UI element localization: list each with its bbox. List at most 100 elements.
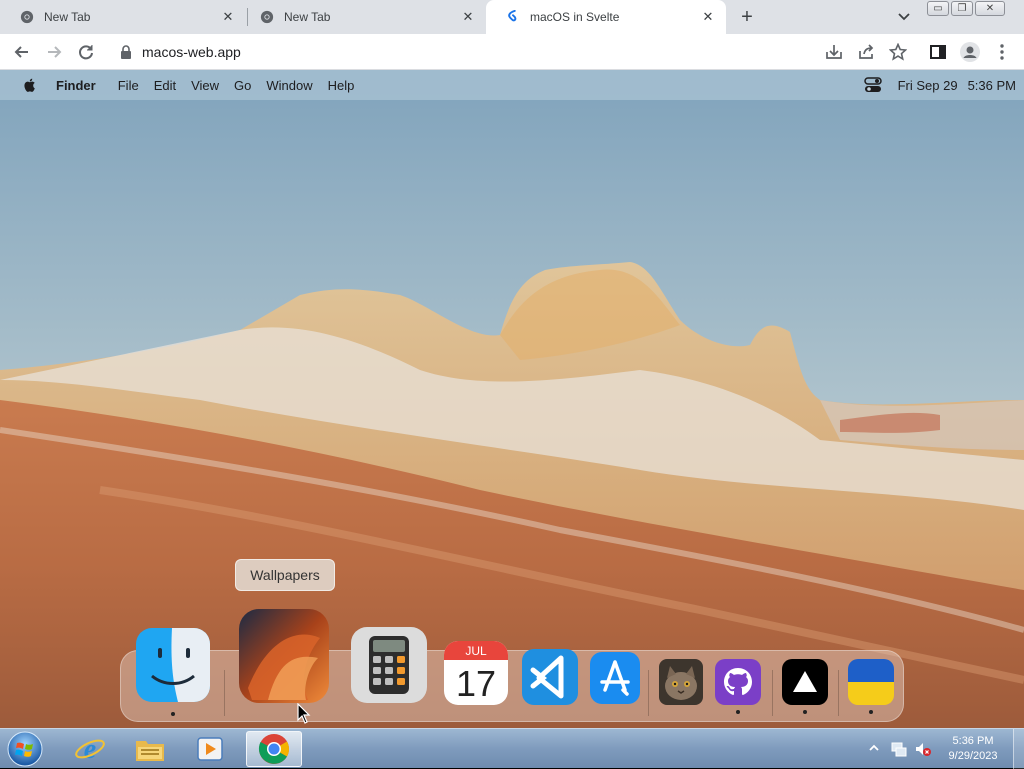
close-icon[interactable]: ✕ (700, 9, 716, 25)
running-indicator (803, 710, 807, 714)
ukraine-flag-icon (848, 659, 894, 705)
calendar-month: JUL (465, 644, 487, 658)
tab-title: New Tab (44, 10, 91, 24)
tab-new-tab-1[interactable]: New Tab ✕ (0, 0, 246, 34)
explorer-icon (136, 741, 164, 761)
tab-new-tab-2[interactable]: New Tab ✕ (240, 0, 486, 34)
dock-item-github[interactable] (714, 658, 762, 714)
menu-edit[interactable]: Edit (154, 78, 176, 93)
address-bar[interactable]: macos-web.app (108, 38, 916, 66)
taskbar-file-explorer[interactable] (122, 731, 178, 767)
dock-item-finder[interactable] (134, 626, 212, 716)
taskbar-clock-date: 9/29/2023 (948, 750, 998, 762)
svelte-favicon-icon (508, 10, 517, 22)
dock-item-cat-photo[interactable] (658, 658, 704, 706)
macos-desktop[interactable]: Finder File Edit View Go Window Help Fri… (0, 70, 1024, 728)
mouse-cursor-icon (297, 703, 311, 724)
running-indicator (171, 712, 175, 716)
reload-icon (79, 45, 93, 60)
taskbar-internet-explorer[interactable]: e (62, 731, 118, 767)
forward-button[interactable] (44, 42, 64, 62)
media-player-icon (197, 737, 223, 761)
window-controls: ▭ ❐ ✕ (927, 1, 1005, 16)
share-icon (859, 44, 874, 59)
side-panel-button[interactable] (928, 42, 948, 62)
new-tab-button[interactable]: + (737, 7, 757, 27)
tab-macos-in-svelte[interactable]: macOS in Svelte ✕ (486, 0, 726, 34)
calendar-day: 17 (456, 663, 496, 704)
address-url[interactable]: macos-web.app (142, 44, 241, 60)
maximize-button[interactable]: ❐ (951, 1, 973, 16)
dock-divider (772, 670, 773, 716)
network-icon[interactable] (890, 740, 908, 758)
chrome-favicon-icon (20, 10, 34, 24)
bookmark-star-icon (889, 43, 907, 61)
dock-item-vscode[interactable] (521, 648, 579, 706)
dock-divider (838, 670, 839, 716)
share-button[interactable] (856, 42, 876, 62)
vercel-icon (782, 659, 828, 705)
install-button[interactable] (824, 42, 844, 62)
dock-item-wallpapers[interactable] (238, 608, 330, 704)
window-close-button[interactable]: ✕ (975, 1, 1005, 16)
dock-item-calendar[interactable]: JUL 17 (443, 640, 509, 706)
vscode-icon (522, 649, 578, 705)
wallpapers-icon (239, 609, 329, 703)
menubar-time[interactable]: 5:36 PM (968, 78, 1016, 93)
reload-button[interactable] (76, 42, 96, 62)
show-desktop-button[interactable] (1013, 729, 1024, 769)
apple-logo-icon[interactable] (22, 77, 38, 93)
taskbar-chrome[interactable] (246, 731, 302, 767)
github-icon (715, 659, 761, 705)
dock-item-vercel[interactable] (781, 658, 829, 714)
menubar-status-area: Fri Sep 29 5:36 PM (863, 70, 1016, 100)
chevron-down-icon[interactable] (895, 9, 913, 25)
chrome-favicon-icon (260, 10, 274, 24)
profile-icon (960, 42, 980, 62)
side-panel-icon (930, 45, 946, 59)
dock-divider (224, 670, 225, 716)
chrome-icon (258, 734, 289, 764)
install-icon (826, 45, 842, 59)
bookmark-button[interactable] (888, 42, 908, 62)
forward-icon (48, 46, 62, 58)
minimize-button[interactable]: ▭ (927, 1, 949, 16)
tab-title: New Tab (284, 10, 331, 24)
menu-file[interactable]: File (118, 78, 139, 93)
tray-overflow-icon[interactable] (868, 742, 880, 754)
profile-button[interactable] (960, 42, 980, 62)
dock-item-ukraine[interactable] (847, 658, 895, 714)
close-icon[interactable]: ✕ (460, 9, 476, 25)
dock-item-app-store[interactable] (589, 650, 641, 706)
back-button[interactable] (12, 42, 32, 62)
menu-view[interactable]: View (191, 78, 219, 93)
volume-muted-icon[interactable] (914, 740, 932, 758)
menu-button[interactable] (992, 42, 1012, 62)
menu-window[interactable]: Window (266, 78, 312, 93)
menu-go[interactable]: Go (234, 78, 251, 93)
calculator-icon (351, 627, 427, 703)
control-center-icon[interactable] (863, 77, 882, 93)
calendar-icon: JUL 17 (444, 641, 508, 705)
menubar-date[interactable]: Fri Sep 29 (898, 78, 958, 93)
taskbar-media-player[interactable] (182, 731, 238, 767)
cat-photo-icon (659, 659, 703, 705)
browser-toolbar: macos-web.app (0, 34, 1024, 70)
back-icon (14, 46, 28, 58)
ie-icon: e (75, 734, 105, 764)
menu-kebab-icon (1000, 44, 1004, 60)
tab-title: macOS in Svelte (530, 10, 620, 24)
svg-text:e: e (84, 734, 96, 764)
taskbar-clock[interactable]: 5:36 PM 9/29/2023 (940, 734, 1006, 764)
active-app-name[interactable]: Finder (56, 78, 96, 93)
running-indicator (869, 710, 873, 714)
dock-item-calculator[interactable] (349, 626, 429, 704)
app-store-icon (590, 652, 640, 704)
dock-divider (648, 670, 649, 716)
menu-help[interactable]: Help (328, 78, 355, 93)
lock-icon[interactable] (120, 45, 132, 59)
close-icon[interactable]: ✕ (220, 9, 236, 25)
windows-start-button[interactable] (5, 730, 45, 768)
finder-icon (136, 628, 210, 702)
browser-tab-strip: New Tab ✕ New Tab ✕ macOS in Svelte ✕ + … (0, 0, 1024, 34)
